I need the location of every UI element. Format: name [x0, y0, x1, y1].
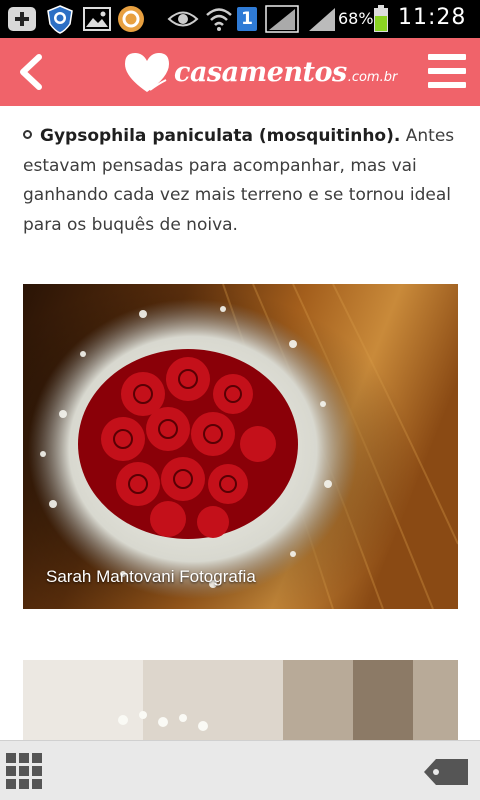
app-header: casamentos .com.br: [0, 38, 480, 106]
status-bar: 1 68% 11:28: [0, 0, 480, 38]
tag-shape: [424, 759, 468, 785]
signal-icon: [264, 5, 300, 33]
clock: 11:28: [398, 5, 467, 30]
grid-cell: [6, 766, 16, 776]
menu-line: [428, 68, 466, 74]
menu-line: [428, 82, 466, 88]
battery-percentage: 68%: [338, 9, 374, 28]
notification-count: 1: [237, 7, 257, 31]
battery-icon: [370, 5, 392, 33]
logo-suffix: .com.br: [347, 69, 398, 85]
grid-cell: [19, 779, 29, 789]
grid-cell: [19, 753, 29, 763]
wifi-icon: [204, 5, 234, 33]
grid-cell: [32, 753, 42, 763]
bouquet-photo[interactable]: Sarah Mantovani Fotografia: [23, 284, 458, 609]
photo-caption: Sarah Mantovani Fotografia: [46, 567, 256, 586]
bottom-bar: [0, 740, 480, 800]
apps-grid-icon[interactable]: [6, 753, 44, 789]
grid-cell: [6, 753, 16, 763]
signal-bars-icon: [306, 5, 338, 33]
eye-icon: [166, 5, 200, 33]
logo-text: casamentos: [174, 56, 347, 88]
circle-app-icon: [116, 5, 146, 33]
grid-cell: [19, 766, 29, 776]
tag-icon[interactable]: [422, 757, 470, 787]
hamburger-menu-icon[interactable]: [428, 54, 466, 88]
shield-icon: [44, 5, 76, 34]
bouquet-image: [23, 284, 458, 609]
notification-badge-icon: 1: [236, 5, 258, 33]
list-item: Gypsophila paniculata (mosquitinho). Ant…: [23, 122, 463, 240]
grid-cell: [32, 766, 42, 776]
logo[interactable]: casamentos .com.br: [122, 44, 397, 100]
item-title: Gypsophila paniculata (mosquitinho).: [40, 126, 401, 146]
grid-cell: [6, 779, 16, 789]
grid-cell: [32, 779, 42, 789]
bullet-icon: [23, 130, 32, 139]
back-chevron-icon: [20, 54, 42, 90]
heart-logo-icon: [125, 53, 169, 92]
image-icon: [82, 5, 112, 33]
back-button[interactable]: [10, 48, 50, 96]
second-image: [23, 660, 458, 740]
article-content: Gypsophila paniculata (mosquitinho). Ant…: [0, 106, 480, 740]
second-photo[interactable]: [23, 660, 458, 740]
menu-line: [428, 54, 466, 60]
add-icon: [6, 5, 38, 33]
